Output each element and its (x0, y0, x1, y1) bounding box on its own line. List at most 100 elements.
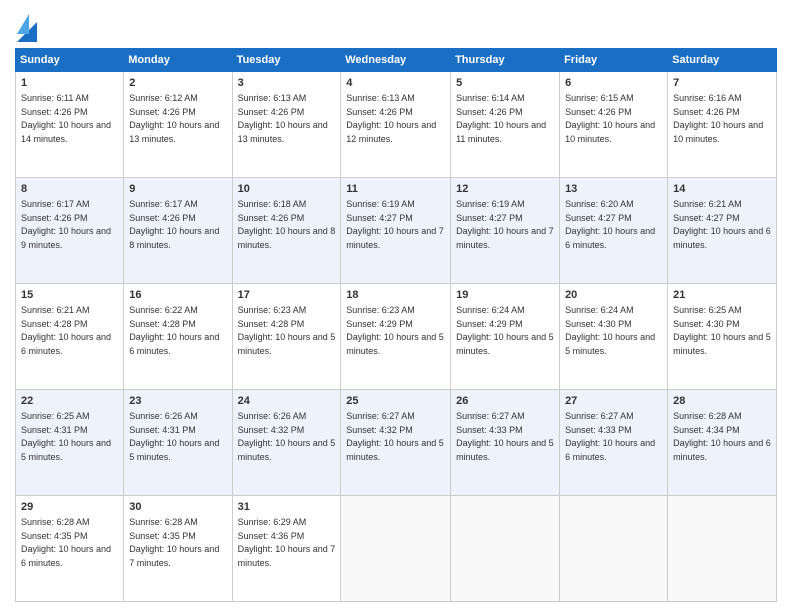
calendar-body: 1 Sunrise: 6:11 AMSunset: 4:26 PMDaylight… (16, 72, 777, 602)
calendar-day-cell: 24 Sunrise: 6:26 AMSunset: 4:32 PMDayligh… (232, 390, 341, 496)
day-detail: Sunrise: 6:12 AMSunset: 4:26 PMDaylight:… (129, 93, 219, 144)
day-detail: Sunrise: 6:13 AMSunset: 4:26 PMDaylight:… (238, 93, 328, 144)
calendar-day-cell: 29 Sunrise: 6:28 AMSunset: 4:35 PMDayligh… (16, 496, 124, 602)
day-detail: Sunrise: 6:13 AMSunset: 4:26 PMDaylight:… (346, 93, 436, 144)
calendar-day-cell: 21 Sunrise: 6:25 AMSunset: 4:30 PMDayligh… (668, 284, 777, 390)
day-number: 2 (129, 76, 226, 91)
day-number: 18 (346, 288, 445, 303)
day-number: 14 (673, 182, 771, 197)
calendar-table: SundayMondayTuesdayWednesdayThursdayFrid… (15, 48, 777, 602)
day-number: 24 (238, 394, 336, 409)
weekday-header: Sunday (16, 49, 124, 72)
calendar-day-cell (451, 496, 560, 602)
day-detail: Sunrise: 6:17 AMSunset: 4:26 PMDaylight:… (21, 199, 111, 250)
calendar-day-cell: 8 Sunrise: 6:17 AMSunset: 4:26 PMDaylight… (16, 178, 124, 284)
day-number: 22 (21, 394, 118, 409)
weekday-header: Thursday (451, 49, 560, 72)
day-detail: Sunrise: 6:23 AMSunset: 4:28 PMDaylight:… (238, 305, 336, 356)
day-detail: Sunrise: 6:14 AMSunset: 4:26 PMDaylight:… (456, 93, 546, 144)
day-number: 7 (673, 76, 771, 91)
page: SundayMondayTuesdayWednesdayThursdayFrid… (0, 0, 792, 612)
calendar-day-cell: 15 Sunrise: 6:21 AMSunset: 4:28 PMDayligh… (16, 284, 124, 390)
day-detail: Sunrise: 6:27 AMSunset: 4:32 PMDaylight:… (346, 411, 444, 462)
day-number: 23 (129, 394, 226, 409)
day-number: 29 (21, 500, 118, 515)
weekday-header: Friday (560, 49, 668, 72)
day-detail: Sunrise: 6:26 AMSunset: 4:32 PMDaylight:… (238, 411, 336, 462)
day-number: 8 (21, 182, 118, 197)
day-detail: Sunrise: 6:24 AMSunset: 4:30 PMDaylight:… (565, 305, 655, 356)
calendar-day-cell: 11Sunrise: 6:19 AMSunset: 4:27 PMDayligh… (341, 178, 451, 284)
day-number: 15 (21, 288, 118, 303)
day-detail: Sunrise: 6:27 AMSunset: 4:33 PMDaylight:… (456, 411, 554, 462)
calendar-week-row: 1 Sunrise: 6:11 AMSunset: 4:26 PMDaylight… (16, 72, 777, 178)
calendar-day-cell: 16Sunrise: 6:22 AMSunset: 4:28 PMDayligh… (124, 284, 232, 390)
calendar-day-cell: 9Sunrise: 6:17 AMSunset: 4:26 PMDaylight… (124, 178, 232, 284)
day-detail: Sunrise: 6:28 AMSunset: 4:34 PMDaylight:… (673, 411, 771, 462)
calendar-week-row: 15 Sunrise: 6:21 AMSunset: 4:28 PMDayligh… (16, 284, 777, 390)
calendar-day-cell: 30 Sunrise: 6:28 AMSunset: 4:35 PMDayligh… (124, 496, 232, 602)
day-number: 13 (565, 182, 662, 197)
day-detail: Sunrise: 6:29 AMSunset: 4:36 PMDaylight:… (238, 517, 336, 568)
day-detail: Sunrise: 6:16 AMSunset: 4:26 PMDaylight:… (673, 93, 763, 144)
day-number: 27 (565, 394, 662, 409)
calendar-day-cell: 31Sunrise: 6:29 AMSunset: 4:36 PMDayligh… (232, 496, 341, 602)
day-number: 1 (21, 76, 118, 91)
calendar-day-cell: 4 Sunrise: 6:13 AMSunset: 4:26 PMDaylight… (341, 72, 451, 178)
day-number: 10 (238, 182, 336, 197)
calendar-day-cell: 2 Sunrise: 6:12 AMSunset: 4:26 PMDaylight… (124, 72, 232, 178)
day-number: 4 (346, 76, 445, 91)
calendar-day-cell (560, 496, 668, 602)
calendar-day-cell: 6 Sunrise: 6:15 AMSunset: 4:26 PMDaylight… (560, 72, 668, 178)
header (15, 10, 777, 42)
day-number: 21 (673, 288, 771, 303)
day-detail: Sunrise: 6:17 AMSunset: 4:26 PMDaylight:… (129, 199, 219, 250)
day-number: 25 (346, 394, 445, 409)
day-detail: Sunrise: 6:15 AMSunset: 4:26 PMDaylight:… (565, 93, 655, 144)
weekday-header: Tuesday (232, 49, 341, 72)
calendar-day-cell (668, 496, 777, 602)
weekday-header: Wednesday (341, 49, 451, 72)
day-number: 20 (565, 288, 662, 303)
calendar-day-cell: 28 Sunrise: 6:28 AMSunset: 4:34 PMDayligh… (668, 390, 777, 496)
day-detail: Sunrise: 6:25 AMSunset: 4:30 PMDaylight:… (673, 305, 771, 356)
day-detail: Sunrise: 6:28 AMSunset: 4:35 PMDaylight:… (129, 517, 219, 568)
day-detail: Sunrise: 6:22 AMSunset: 4:28 PMDaylight:… (129, 305, 219, 356)
calendar-week-row: 29 Sunrise: 6:28 AMSunset: 4:35 PMDayligh… (16, 496, 777, 602)
calendar-day-cell: 20 Sunrise: 6:24 AMSunset: 4:30 PMDayligh… (560, 284, 668, 390)
day-detail: Sunrise: 6:24 AMSunset: 4:29 PMDaylight:… (456, 305, 554, 356)
day-number: 19 (456, 288, 554, 303)
day-number: 28 (673, 394, 771, 409)
calendar-day-cell: 10 Sunrise: 6:18 AMSunset: 4:26 PMDayligh… (232, 178, 341, 284)
calendar-day-cell: 13Sunrise: 6:20 AMSunset: 4:27 PMDayligh… (560, 178, 668, 284)
day-detail: Sunrise: 6:26 AMSunset: 4:31 PMDaylight:… (129, 411, 219, 462)
day-number: 6 (565, 76, 662, 91)
calendar-day-cell: 23 Sunrise: 6:26 AMSunset: 4:31 PMDayligh… (124, 390, 232, 496)
day-detail: Sunrise: 6:11 AMSunset: 4:26 PMDaylight:… (21, 93, 111, 144)
calendar-day-cell: 3 Sunrise: 6:13 AMSunset: 4:26 PMDaylight… (232, 72, 341, 178)
calendar-day-cell: 14 Sunrise: 6:21 AMSunset: 4:27 PMDayligh… (668, 178, 777, 284)
day-detail: Sunrise: 6:25 AMSunset: 4:31 PMDaylight:… (21, 411, 111, 462)
day-detail: Sunrise: 6:28 AMSunset: 4:35 PMDaylight:… (21, 517, 111, 568)
day-number: 3 (238, 76, 336, 91)
calendar-day-cell: 22 Sunrise: 6:25 AMSunset: 4:31 PMDayligh… (16, 390, 124, 496)
weekday-header: Monday (124, 49, 232, 72)
calendar-day-cell: 26 Sunrise: 6:27 AMSunset: 4:33 PMDayligh… (451, 390, 560, 496)
day-detail: Sunrise: 6:21 AMSunset: 4:27 PMDaylight:… (673, 199, 771, 250)
day-detail: Sunrise: 6:18 AMSunset: 4:26 PMDaylight:… (238, 199, 336, 250)
day-number: 26 (456, 394, 554, 409)
day-detail: Sunrise: 6:19 AMSunset: 4:27 PMDaylight:… (456, 199, 554, 250)
day-number: 12 (456, 182, 554, 197)
day-number: 30 (129, 500, 226, 515)
day-number: 11 (346, 182, 445, 197)
calendar-week-row: 8 Sunrise: 6:17 AMSunset: 4:26 PMDaylight… (16, 178, 777, 284)
calendar-day-cell: 17 Sunrise: 6:23 AMSunset: 4:28 PMDayligh… (232, 284, 341, 390)
day-detail: Sunrise: 6:27 AMSunset: 4:33 PMDaylight:… (565, 411, 655, 462)
logo-icon (17, 14, 37, 42)
day-detail: Sunrise: 6:23 AMSunset: 4:29 PMDaylight:… (346, 305, 444, 356)
calendar-day-cell: 25 Sunrise: 6:27 AMSunset: 4:32 PMDayligh… (341, 390, 451, 496)
calendar-day-cell: 27 Sunrise: 6:27 AMSunset: 4:33 PMDayligh… (560, 390, 668, 496)
day-number: 17 (238, 288, 336, 303)
day-detail: Sunrise: 6:21 AMSunset: 4:28 PMDaylight:… (21, 305, 111, 356)
calendar-day-cell: 7 Sunrise: 6:16 AMSunset: 4:26 PMDaylight… (668, 72, 777, 178)
